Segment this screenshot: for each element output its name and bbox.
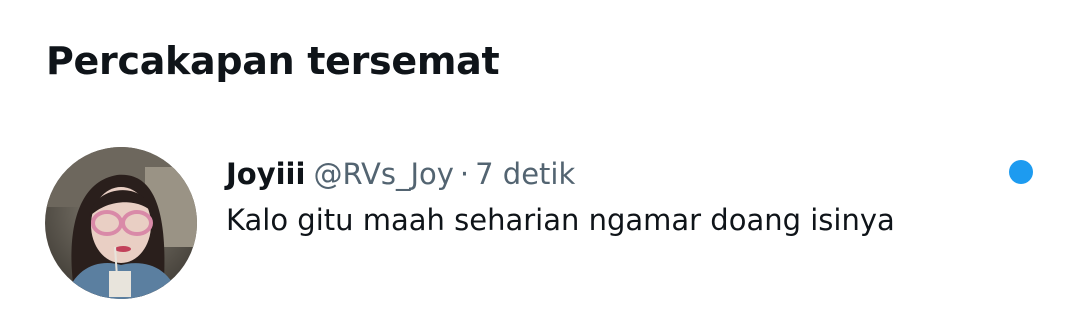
section-title: Percakapan tersemat	[46, 39, 500, 83]
unread-indicator-icon	[1009, 160, 1033, 184]
avatar-photo-icon	[45, 147, 197, 299]
conversation-meta: Joyiii @RVs_Joy · 7 detik	[226, 154, 575, 194]
pinned-conversation-item[interactable]: Joyiii @RVs_Joy · 7 detik Kalo gitu maah se…	[0, 140, 1080, 310]
meta-separator: ·	[459, 157, 470, 191]
user-handle: @RVs_Joy	[313, 157, 454, 191]
message-timestamp: 7 detik	[475, 157, 576, 191]
avatar[interactable]	[45, 147, 197, 299]
display-name: Joyiii	[226, 157, 306, 191]
message-preview: Kalo gitu maah seharian ngamar doang isi…	[226, 203, 895, 237]
